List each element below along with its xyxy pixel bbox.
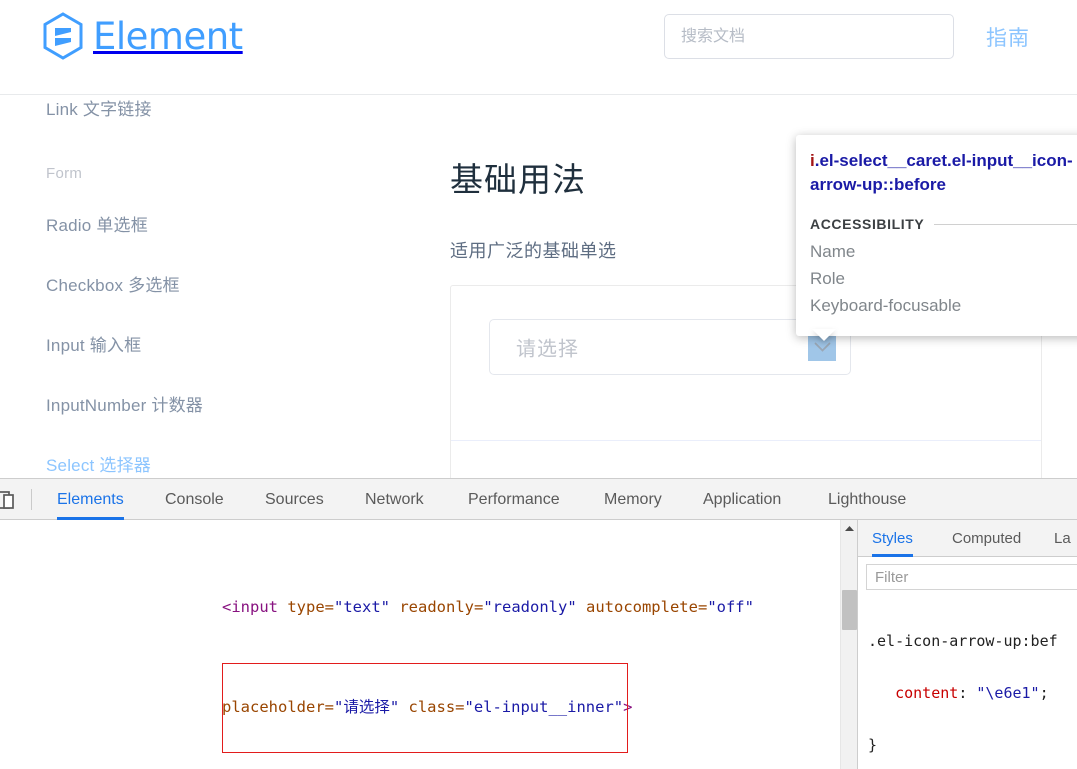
element-logo[interactable]: Element: [42, 10, 243, 62]
devtools-panel: Elements Console Sources Network Perform…: [0, 478, 1077, 769]
page-title: 基础用法: [450, 161, 586, 198]
logo-text: Element: [93, 14, 243, 58]
devtools-tabbar: Elements Console Sources Network Perform…: [0, 479, 1077, 520]
styles-tabbar: Styles Computed La: [858, 520, 1077, 557]
tabbar-separator: [31, 489, 32, 510]
tab-layout[interactable]: La: [1054, 520, 1071, 557]
tab-lighthouse[interactable]: Lighthouse: [828, 479, 906, 520]
styles-filter-box[interactable]: [866, 564, 1077, 590]
tab-styles[interactable]: Styles: [872, 520, 913, 557]
css-declaration[interactable]: content: "\e6e1";: [868, 680, 1077, 706]
dom-val-autocomplete: "off": [707, 598, 754, 616]
dom-attr-type: type=: [278, 598, 334, 616]
sidebar-item-select[interactable]: Select 选择器: [46, 451, 151, 476]
dom-val-type: "text": [334, 598, 390, 616]
tab-elements[interactable]: Elements: [57, 479, 124, 520]
device-toolbar-icon[interactable]: [0, 489, 18, 511]
sidebar-item-checkbox[interactable]: Checkbox 多选框: [46, 271, 180, 296]
search-input[interactable]: [665, 15, 953, 58]
sidebar-item-link[interactable]: Link 文字链接: [46, 95, 152, 120]
site-header: Element 指南: [0, 0, 1077, 95]
dom-line-input-open[interactable]: <input type="text" readonly="readonly" a…: [0, 595, 840, 620]
sidebar-item-inputnumber[interactable]: InputNumber 计数器: [46, 391, 203, 416]
doc-subtitle: 适用广泛的基础单选: [450, 241, 617, 261]
accessibility-label: ACCESSIBILITY: [810, 216, 925, 233]
inspector-selector-classes: .el-select__caret.el-input__ico: [814, 151, 1057, 170]
sidebar-group-form: Form: [46, 165, 83, 182]
screen-root: Element 指南 Link 文字链接 Form Radio 单选框 Chec…: [0, 0, 1077, 769]
tab-computed[interactable]: Computed: [952, 520, 1021, 557]
sidebar-item-input[interactable]: Input 输入框: [46, 331, 141, 356]
element-docs-page: Element 指南 Link 文字链接 Form Radio 单选框 Chec…: [0, 0, 1077, 478]
css-property[interactable]: content: [895, 684, 958, 702]
dom-attr-placeholder: placeholder=: [222, 698, 334, 716]
css-rule-block: .el-icon-arrow-up:bef content: "\e6e1"; …: [868, 602, 1077, 769]
triangle-up-icon: [845, 526, 854, 531]
a11y-row-name: Name: [810, 242, 856, 262]
nav-link-guide[interactable]: 指南: [986, 22, 1030, 52]
inspector-selector: i.el-select__caret.el-input__icon-arrow-…: [810, 149, 1077, 197]
chevron-down-icon: [814, 342, 830, 352]
tab-network[interactable]: Network: [365, 479, 424, 520]
css-colon: :: [958, 684, 977, 702]
section-rule: [934, 223, 1077, 225]
tab-sources[interactable]: Sources: [265, 479, 324, 520]
dom-tag-input: <input: [222, 598, 278, 616]
css-value[interactable]: "\e6e1": [976, 684, 1039, 702]
dom-tree-code: <input type="text" readonly="readonly" a…: [0, 520, 840, 769]
css-rule-close: }: [868, 736, 878, 754]
a11y-row-keyboard: Keyboard-focusable: [810, 295, 962, 315]
tab-performance[interactable]: Performance: [468, 479, 560, 520]
tab-memory[interactable]: Memory: [604, 479, 662, 520]
demo-divider: [451, 440, 1041, 441]
css-semicolon: ;: [1039, 684, 1049, 702]
dom-close-bracket: >: [623, 698, 633, 716]
dom-attr-autocomplete: autocomplete=: [576, 598, 708, 616]
inspector-section-header: ACCESSIBILITY: [810, 216, 1077, 232]
styles-panel: Styles Computed La .el-icon-arrow-up:bef…: [857, 520, 1077, 769]
scroll-up-arrow-icon[interactable]: [841, 520, 858, 537]
css-rule-selector[interactable]: .el-icon-arrow-up:bef: [868, 628, 1077, 654]
dom-val-readonly: "readonly": [483, 598, 577, 616]
scrollbar-thumb[interactable]: [842, 590, 857, 630]
tab-console[interactable]: Console: [165, 479, 224, 520]
select-placeholder: 请选择: [516, 338, 579, 361]
search-box[interactable]: [664, 14, 954, 59]
inspector-tooltip-arrow: [812, 329, 836, 341]
dom-tree-panel[interactable]: <input type="text" readonly="readonly" a…: [0, 520, 840, 769]
element-hexagon-icon: [43, 12, 83, 60]
sidebar-nav: Link 文字链接 Form Radio 单选框 Checkbox 多选框 In…: [0, 95, 440, 478]
styles-filter-input[interactable]: [867, 565, 1077, 589]
tab-application[interactable]: Application: [703, 479, 781, 520]
dom-attr-class: class=: [399, 698, 465, 716]
inspector-tooltip: i.el-select__caret.el-input__icon-arrow-…: [796, 135, 1077, 336]
dom-line-input-cont[interactable]: placeholder="请选择" class="el-input__inner…: [0, 695, 840, 720]
dom-val-placeholder: "请选择": [333, 698, 400, 716]
dom-scrollbar[interactable]: [840, 520, 857, 769]
dom-val-class: "el-input__inner": [464, 698, 624, 716]
sidebar-item-radio[interactable]: Radio 单选框: [46, 211, 148, 236]
a11y-row-role: Role: [810, 269, 845, 289]
dom-attr-readonly: readonly=: [390, 598, 484, 616]
